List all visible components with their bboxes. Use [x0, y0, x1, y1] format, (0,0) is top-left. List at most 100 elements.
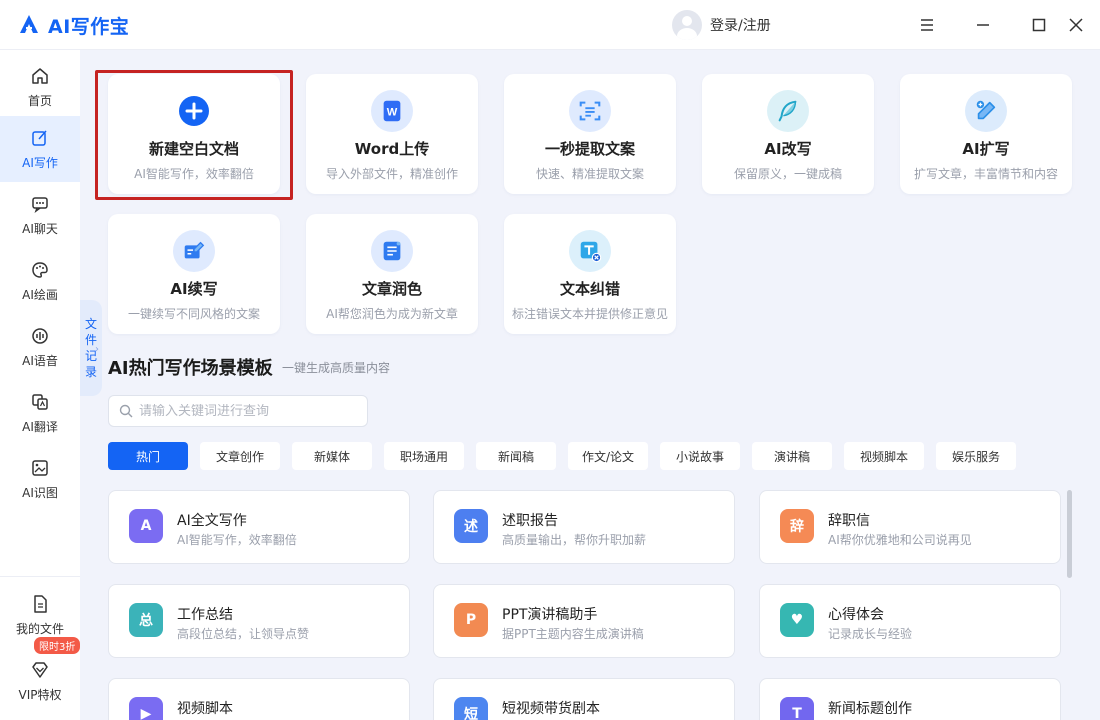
edit-icon: [32, 130, 47, 146]
template-subtitle: AI智能写作，效率翻倍: [177, 533, 297, 547]
tool-subtitle: 导入外部文件，精准创作: [325, 167, 458, 181]
word-upload-card[interactable]: W Word上传 导入外部文件，精准创作: [306, 74, 478, 194]
ai-write-icon: A: [129, 509, 163, 543]
category-tab-new-media[interactable]: 新媒体: [292, 442, 372, 470]
document-polish-icon: [371, 230, 413, 272]
tool-title: AI扩写: [962, 140, 1010, 158]
category-tab-workplace[interactable]: 职场通用: [384, 442, 464, 470]
close-icon: [1069, 18, 1083, 32]
minimize-icon: [977, 24, 989, 26]
template-title: 述职报告: [502, 513, 558, 529]
sidebar-item-ai-writing[interactable]: AI写作: [0, 116, 80, 182]
template-title: 辞职信: [828, 513, 870, 529]
template-card-news-title[interactable]: T 新闻标题创作: [759, 678, 1061, 720]
template-card-video-script[interactable]: ▶ 视频脚本: [108, 678, 410, 720]
article-polish-card[interactable]: 文章润色 AI帮您润色为成为新文章: [306, 214, 478, 334]
text-correct-icon: [569, 230, 611, 272]
sidebar-item-ai-painting[interactable]: AI绘画: [0, 248, 80, 314]
file-record-tab[interactable]: 文 件 记 录 ›: [80, 300, 102, 396]
file-record-char: 文: [84, 317, 97, 331]
app-logo: AI写作宝: [18, 12, 129, 39]
tool-subtitle: 标注错误文本并提供修正意见: [511, 307, 668, 321]
category-tab-essay[interactable]: 作文/论文: [568, 442, 648, 470]
category-tab-speech[interactable]: 演讲稿: [752, 442, 832, 470]
sidebar-item-label: AI聊天: [22, 221, 58, 236]
category-tab-press-release[interactable]: 新闻稿: [476, 442, 556, 470]
template-card-resignation-letter[interactable]: 辞 辞职信 AI帮你优雅地和公司说再见: [759, 490, 1061, 564]
ppt-icon: P: [454, 603, 488, 637]
menu-icon: [921, 19, 933, 31]
avatar: [672, 10, 702, 40]
maximize-icon: [1032, 18, 1046, 32]
template-card-reflections[interactable]: ♥ 心得体会 记录成长与经验: [759, 584, 1061, 658]
new-blank-document-card[interactable]: 新建空白文档 AI智能写作，效率翻倍: [108, 74, 280, 194]
diamond-icon: [32, 661, 48, 678]
sidebar-item-label: AI翻译: [22, 419, 58, 434]
template-search-input[interactable]: [139, 403, 359, 419]
template-title: 视频脚本: [177, 701, 233, 717]
tool-title: AI改写: [764, 140, 812, 158]
template-card-ppt-speech[interactable]: P PPT演讲稿助手 据PPT主题内容生成演讲稿: [433, 584, 735, 658]
category-tab-entertainment[interactable]: 娱乐服务: [936, 442, 1016, 470]
template-subtitle: 高段位总结，让领导点赞: [177, 627, 310, 641]
sidebar-item-ai-chat[interactable]: AI聊天: [0, 182, 80, 248]
minimize-button[interactable]: [971, 13, 995, 37]
template-title: AI全文写作: [177, 513, 247, 529]
sidebar-item-vip[interactable]: VIP特权: [0, 648, 80, 714]
tool-title: AI续写: [170, 280, 218, 298]
notebook-icon: ♥: [780, 603, 814, 637]
book-pen-icon: [173, 230, 215, 272]
home-icon: [32, 67, 48, 84]
login-button[interactable]: 登录/注册: [672, 10, 771, 40]
text-correction-card[interactable]: 文本纠错 标注错误文本并提供修正意见: [504, 214, 676, 334]
template-subtitle: 据PPT主题内容生成演讲稿: [502, 627, 644, 641]
tool-subtitle: AI智能写作，效率翻倍: [134, 167, 254, 181]
extract-text-card[interactable]: 一秒提取文案 快速、精准提取文案: [504, 74, 676, 194]
ai-continue-card[interactable]: AI续写 一键续写不同风格的文案: [108, 214, 280, 334]
sidebar-item-ai-image-recognition[interactable]: AI识图: [0, 446, 80, 512]
sidebar-item-label: 首页: [27, 93, 52, 108]
tool-subtitle: 一键续写不同风格的文案: [127, 307, 260, 321]
pen-expand-icon: [965, 90, 1007, 132]
close-button[interactable]: [1064, 13, 1088, 37]
template-card-work-summary[interactable]: 总 工作总结 高段位总结，让领导点赞: [108, 584, 410, 658]
file-icon: [34, 594, 47, 613]
title-bar: AI写作宝 登录/注册: [0, 0, 1100, 50]
file-record-char: 录: [84, 365, 97, 379]
template-title: PPT演讲稿助手: [502, 607, 598, 623]
category-tab-article[interactable]: 文章创作: [200, 442, 280, 470]
maximize-button[interactable]: [1027, 13, 1051, 37]
translate-icon: [32, 393, 48, 410]
sidebar-item-ai-translate[interactable]: AI翻译: [0, 380, 80, 446]
sidebar-item-home[interactable]: 首页: [0, 54, 80, 120]
search-icon: [119, 404, 133, 418]
sidebar-item-label: VIP特权: [18, 687, 62, 702]
template-list-scrollbar[interactable]: [1067, 490, 1072, 578]
tool-title: 一秒提取文案: [544, 140, 635, 158]
sidebar-item-label: AI语音: [22, 353, 58, 368]
sidebar-item-label: AI写作: [22, 155, 58, 170]
ai-rewrite-card[interactable]: AI改写 保留原义，一键成稿: [702, 74, 874, 194]
template-title: 工作总结: [177, 607, 233, 623]
template-card-work-report[interactable]: 述 述职报告 高质量输出，帮你升职加薪: [433, 490, 735, 564]
sidebar-item-label: AI识图: [22, 485, 58, 500]
sidebar-item-label: AI绘画: [22, 287, 58, 302]
template-search-box[interactable]: [108, 395, 368, 427]
category-tab-video-script[interactable]: 视频脚本: [844, 442, 924, 470]
resign-icon: 辞: [780, 509, 814, 543]
tool-subtitle: 保留原义，一键成稿: [733, 167, 842, 181]
category-tab-novel[interactable]: 小说故事: [660, 442, 740, 470]
template-card-short-video-script[interactable]: 短 短视频带货剧本: [433, 678, 735, 720]
template-card-ai-full-writing[interactable]: A AI全文写作 AI智能写作，效率翻倍: [108, 490, 410, 564]
chat-icon: [32, 196, 48, 213]
sidebar-item-ai-voice[interactable]: AI语音: [0, 314, 80, 380]
ai-expand-card[interactable]: AI扩写 扩写文章，丰富情节和内容: [900, 74, 1072, 194]
tool-title: 文本纠错: [559, 280, 620, 298]
category-tab-hot[interactable]: 热门: [108, 442, 188, 470]
menu-button[interactable]: [915, 13, 939, 37]
video-script-icon: ▶: [129, 697, 163, 720]
svg-text:W: W: [387, 107, 398, 119]
short-video-icon: 短: [454, 697, 488, 720]
sidebar-item-label: 我的文件: [15, 621, 64, 636]
login-label: 登录/注册: [710, 18, 771, 34]
